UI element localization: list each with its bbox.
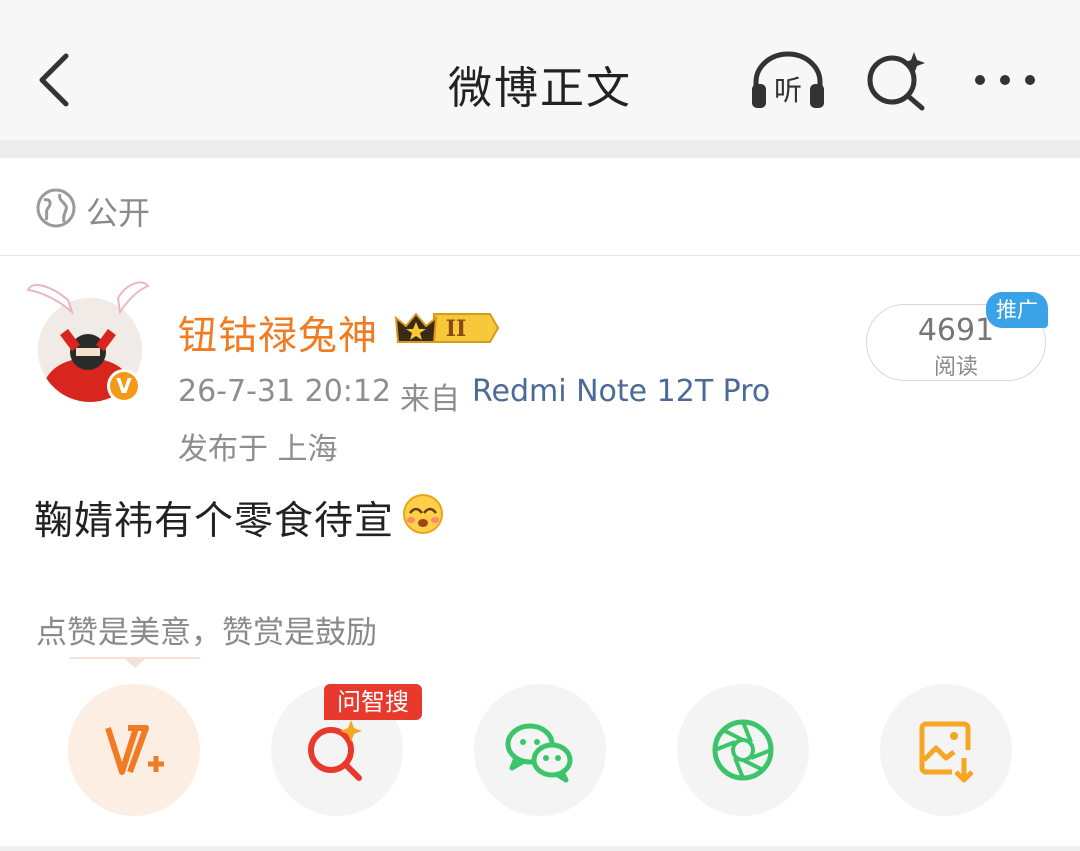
visibility-label: 公开: [86, 194, 151, 232]
headphones-icon: 听: [752, 51, 824, 108]
crown-rank-icon[interactable]: II: [394, 308, 500, 348]
post-source[interactable]: Redmi Note 12T Pro: [472, 374, 770, 409]
svg-text:V: V: [116, 374, 132, 398]
post-location: 发布于 上海: [178, 432, 338, 467]
reward-button[interactable]: [68, 684, 200, 816]
reward-v-plus-icon: [105, 725, 164, 775]
listen-label: 听: [774, 74, 802, 107]
reward-hint: 点赞是美意，赞赏是鼓励: [36, 615, 377, 651]
avatar-image: V: [26, 281, 150, 403]
globe-icon: [36, 188, 76, 228]
ai-search-button[interactable]: [864, 50, 930, 112]
bottom-separator: [0, 846, 1080, 851]
header-separator: [0, 140, 1080, 158]
shy-face-emoji-icon: [403, 494, 443, 534]
post-text: 鞠婧祎有个零食待宣: [34, 499, 395, 544]
post-source-prefix: 来自: [400, 382, 460, 417]
user-name[interactable]: 钮钴禄兔神: [178, 305, 378, 361]
search-badge: 问智搜: [324, 684, 422, 720]
save-image-button[interactable]: [880, 684, 1012, 816]
share-wechat-button[interactable]: [474, 684, 606, 816]
share-moments-button[interactable]: [677, 684, 809, 816]
promo-tag[interactable]: 推广: [986, 292, 1048, 328]
post-time: 26-7-31 20:12: [178, 374, 392, 409]
more-options-button[interactable]: [972, 58, 1038, 102]
listen-button[interactable]: 听: [748, 48, 828, 112]
moments-icon: [712, 719, 774, 781]
save-image-icon: [919, 721, 974, 783]
rank-badge-label: II: [446, 316, 467, 342]
top-bar: 微博正文 听: [0, 0, 1080, 140]
ai-search-icon: [308, 720, 362, 781]
read-count-label: 阅读: [933, 355, 978, 380]
wechat-icon: [505, 723, 573, 783]
more-dots-icon: [975, 75, 1035, 85]
avatar[interactable]: V: [24, 276, 154, 406]
visibility-row[interactable]: 公开: [0, 158, 1080, 256]
hint-pointer: [70, 657, 200, 668]
ai-search-icon: [867, 52, 925, 111]
